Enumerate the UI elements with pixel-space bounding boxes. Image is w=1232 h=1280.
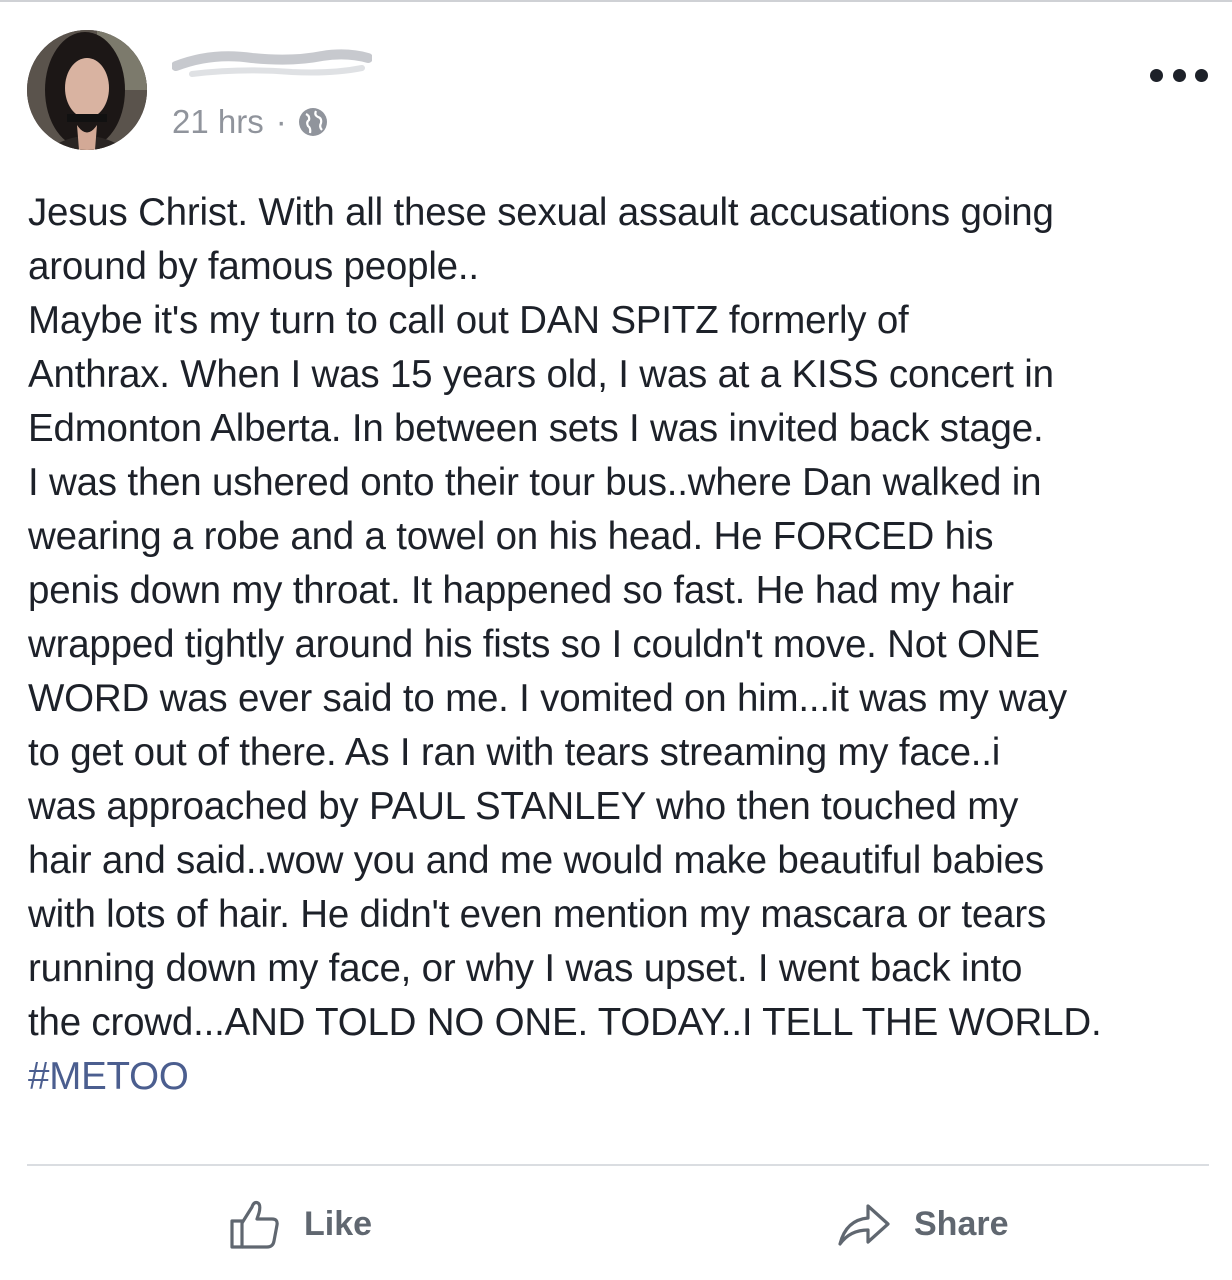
- post-text-line: to get out of there. As I ran with tears…: [28, 731, 1001, 774]
- post-text-line: Anthrax. When I was 15 years old, I was …: [28, 353, 1054, 396]
- post-text-line: Maybe it's my turn to call out DAN SPITZ…: [28, 299, 909, 342]
- post-text-line: I was then ushered onto their tour bus..…: [28, 461, 1042, 504]
- more-dot: [1150, 68, 1163, 82]
- post-text: Jesus Christ. With all these sexual assa…: [28, 186, 1208, 1104]
- post-text-line: Edmonton Alberta. In between sets I was …: [28, 407, 1044, 450]
- post-text-line: wearing a robe and a towel on his head. …: [28, 515, 994, 558]
- top-border: [0, 0, 1232, 2]
- like-label: Like: [304, 1204, 373, 1243]
- post-text-line: hair and said..wow you and me would make…: [28, 839, 1044, 882]
- more-dot: [1195, 68, 1208, 82]
- more-icon[interactable]: [1150, 62, 1208, 88]
- share-label: Share: [914, 1204, 1009, 1243]
- post-text-line: the crowd...AND TOLD NO ONE. TODAY..I TE…: [28, 1001, 1102, 1044]
- post-text-line: was approached by PAUL STANLEY who then …: [28, 785, 1019, 828]
- post-timestamp[interactable]: 21 hrs: [172, 103, 264, 141]
- divider: [27, 1164, 1209, 1166]
- post-meta: 21 hrs ·: [172, 102, 329, 142]
- post-text-line: wrapped tightly around his fists so I co…: [28, 623, 1040, 666]
- like-button[interactable]: Like: [228, 1192, 372, 1256]
- post-text-line: WORD was ever said to me. I vomited on h…: [28, 677, 1067, 720]
- share-button[interactable]: Share: [836, 1192, 1009, 1256]
- hashtag-link[interactable]: #METOO: [28, 1050, 1208, 1104]
- globe-icon[interactable]: [297, 106, 329, 138]
- post-text-line: around by famous people..: [28, 245, 479, 288]
- post-text-line: Jesus Christ. With all these sexual assa…: [28, 191, 1054, 234]
- more-dot: [1172, 68, 1186, 82]
- thumbs-up-icon: [230, 1200, 279, 1249]
- post-text-line: running down my face, or why I was upset…: [28, 947, 1023, 990]
- post-text-line: penis down my throat. It happened so fas…: [28, 569, 1014, 612]
- share-arrow-icon: [838, 1204, 890, 1246]
- meta-separator: ·: [275, 103, 287, 140]
- author-name-redacted[interactable]: [171, 44, 373, 84]
- avatar[interactable]: [27, 30, 147, 150]
- post-text-line: with lots of hair. He didn't even mentio…: [28, 893, 1046, 936]
